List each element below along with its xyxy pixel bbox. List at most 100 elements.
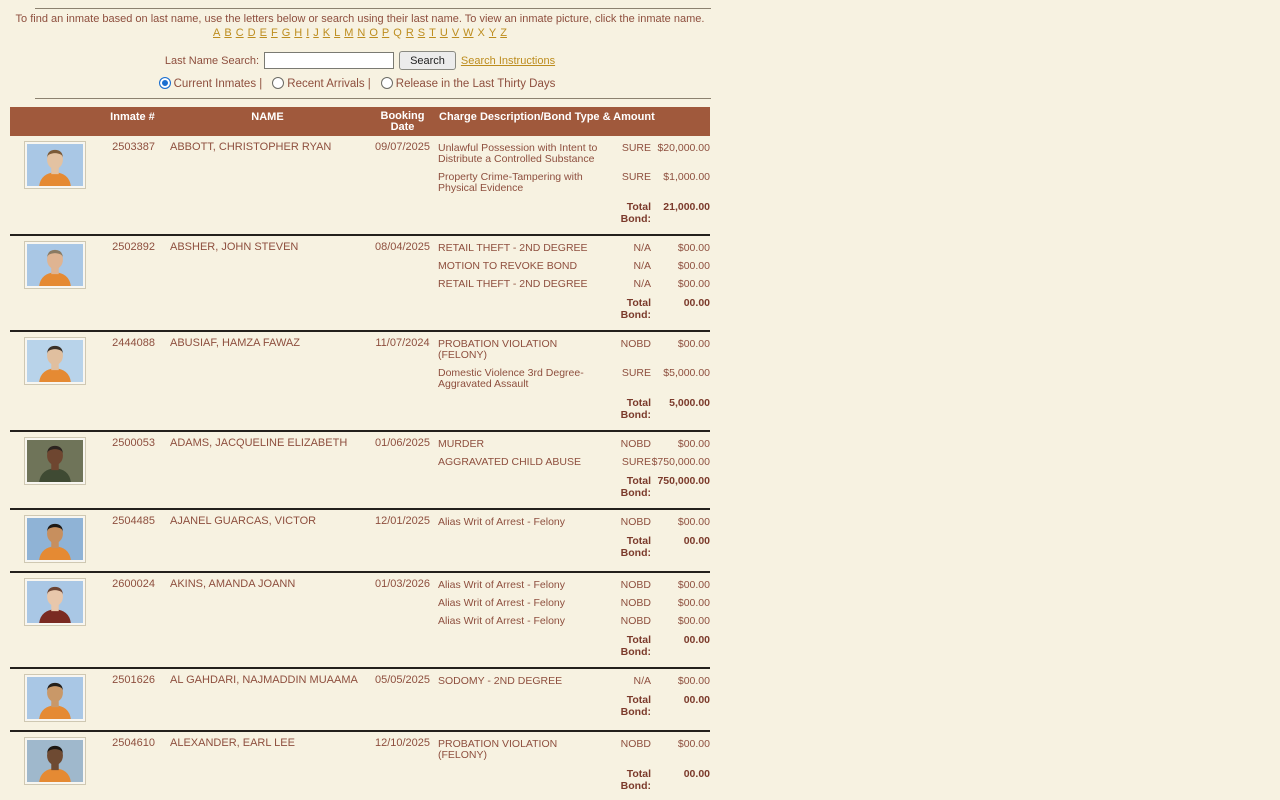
inmate-name-link[interactable]: AKINS, AMANDA JOANN — [170, 578, 295, 590]
alphabet-letter-c[interactable]: C — [236, 27, 244, 39]
booking-date: 01/03/2026 — [374, 578, 431, 590]
bond-amount: $00.00 — [677, 615, 710, 627]
charge-row: Alias Writ of Arrest - Felony NOBD $00.0… — [435, 598, 710, 609]
charges-cell: SODOMY - 2ND DEGREE N/A $00.00 Total Bon… — [435, 673, 710, 719]
inmate-row: 2504485 AJANEL GUARCAS, VICTOR 12/01/202… — [10, 508, 710, 571]
alphabet-letter-y[interactable]: Y — [489, 27, 496, 39]
charge-row: Alias Writ of Arrest - Felony NOBD $00.0… — [435, 616, 710, 627]
total-bond-amount: 00.00 — [683, 297, 710, 309]
mugshot-silhouette — [27, 518, 83, 560]
charge-row: Alias Writ of Arrest - Felony NOBD $00.0… — [435, 517, 710, 528]
total-bond-row: Total Bond: 00.00 — [435, 634, 710, 658]
inmate-row: 2502892 ABSHER, JOHN STEVEN 08/04/2025 R… — [10, 234, 710, 330]
mugshot-silhouette — [27, 440, 83, 482]
radio-button[interactable] — [272, 77, 285, 89]
name-cell: ABSHER, JOHN STEVEN — [165, 240, 370, 253]
alphabet-letter-n[interactable]: N — [357, 27, 365, 39]
alphabet-letter-j[interactable]: J — [313, 27, 319, 39]
charge-list: PROBATION VIOLATION (FELONY) NOBD $00.00 — [435, 739, 710, 761]
charge-row: RETAIL THEFT - 2ND DEGREE N/A $00.00 — [435, 243, 710, 254]
photo-cell — [10, 436, 100, 484]
search-instructions-link[interactable]: Search Instructions — [461, 55, 555, 67]
alphabet-letter-a[interactable]: A — [213, 27, 220, 39]
charge-row: SODOMY - 2ND DEGREE N/A $00.00 — [435, 676, 710, 687]
total-bond-row: Total Bond: 00.00 — [435, 535, 710, 559]
bond-amount: $00.00 — [677, 438, 710, 450]
charge-list: Unlawful Possession with Intent to Distr… — [435, 143, 710, 194]
booking-date: 08/04/2025 — [374, 241, 431, 253]
bond-type: N/A — [633, 675, 651, 687]
charges-cell: PROBATION VIOLATION (FELONY) NOBD $00.00… — [435, 736, 710, 793]
inmate-name-link[interactable]: AL GAHDARI, NAJMADDIN MUAAMA — [170, 674, 358, 686]
alphabet-letter-u[interactable]: U — [440, 27, 448, 39]
alphabet-letter-m[interactable]: M — [344, 27, 353, 39]
alphabet-letter-v[interactable]: V — [452, 27, 459, 39]
bond-type: N/A — [633, 242, 651, 254]
photo-cell — [10, 140, 100, 188]
bond-amount: $00.00 — [677, 516, 710, 528]
name-cell: ABUSIAF, HAMZA FAWAZ — [165, 336, 370, 349]
charge-row: RETAIL THEFT - 2ND DEGREE N/A $00.00 — [435, 279, 710, 290]
alphabet-letter-k[interactable]: K — [323, 27, 330, 39]
charge-row: Alias Writ of Arrest - Felony NOBD $00.0… — [435, 580, 710, 591]
mugshot-silhouette — [27, 740, 83, 782]
alphabet-letter-s[interactable]: S — [418, 27, 425, 39]
radio-button[interactable] — [380, 77, 393, 89]
last-name-search-label: Last Name Search: — [164, 54, 260, 67]
mugshot-photo — [25, 579, 85, 625]
alphabet-letter-z[interactable]: Z — [500, 27, 507, 39]
inmate-name-link[interactable]: AJANEL GUARCAS, VICTOR — [170, 515, 316, 527]
alphabet-letter-d[interactable]: D — [248, 27, 256, 39]
alphabet-letter-l[interactable]: L — [334, 27, 340, 39]
inmate-name-link[interactable]: ABUSIAF, HAMZA FAWAZ — [170, 337, 300, 349]
alphabet-letter-i[interactable]: I — [306, 27, 309, 39]
mugshot-silhouette — [27, 581, 83, 623]
charge-list: Alias Writ of Arrest - Felony NOBD $00.0… — [435, 580, 710, 627]
header-booking-date: Booking Date — [380, 110, 425, 133]
alphabet-letter-h[interactable]: H — [294, 27, 302, 39]
inmate-row: 2501626 AL GAHDARI, NAJMADDIN MUAAMA 05/… — [10, 667, 710, 730]
bond-amount: $00.00 — [677, 242, 710, 254]
name-cell: ABBOTT, CHRISTOPHER RYAN — [165, 140, 370, 153]
total-bond-label: Total Bond: — [620, 634, 651, 658]
header-inmate-number: Inmate # — [110, 111, 155, 123]
bond-amount: $00.00 — [677, 260, 710, 272]
total-bond-amount: 21,000.00 — [663, 201, 710, 213]
total-bond-row: Total Bond: 00.00 — [435, 768, 710, 792]
total-bond-label: Total Bond: — [620, 694, 651, 718]
total-bond-amount: 00.00 — [683, 694, 710, 706]
alphabet-letter-o[interactable]: O — [369, 27, 378, 39]
booking-date: 01/06/2025 — [374, 437, 431, 449]
alphabet-letter-r[interactable]: R — [406, 27, 414, 39]
inmate-name-link[interactable]: ADAMS, JACQUELINE ELIZABETH — [170, 437, 347, 449]
alphabet-letter-b[interactable]: B — [224, 27, 231, 39]
inmate-name-link[interactable]: ALEXANDER, EARL LEE — [170, 737, 295, 749]
booking-date: 09/07/2025 — [374, 141, 431, 153]
inmate-number: 2502892 — [112, 241, 155, 253]
charge-description: MURDER — [438, 438, 485, 450]
charges-cell: Unlawful Possession with Intent to Distr… — [435, 140, 710, 226]
inmate-table: Inmate # NAME Booking Date Charge Descri… — [10, 107, 710, 800]
alphabet-letter-g[interactable]: G — [282, 27, 291, 39]
total-bond-label: Total Bond: — [620, 535, 651, 559]
total-bond-label: Total Bond: — [620, 475, 651, 499]
alphabet-letter-w[interactable]: W — [463, 27, 473, 39]
charge-description: Alias Writ of Arrest - Felony — [438, 615, 566, 627]
inmate-name-link[interactable]: ABSHER, JOHN STEVEN — [170, 241, 298, 253]
bond-type: NOBD — [620, 615, 651, 627]
radio-button-selected[interactable] — [158, 77, 171, 89]
charge-description: Alias Writ of Arrest - Felony — [438, 597, 566, 609]
last-name-search-input[interactable] — [264, 52, 395, 69]
total-spacer — [435, 297, 605, 321]
alphabet-letter-f[interactable]: F — [271, 27, 278, 39]
alphabet-letter-p[interactable]: P — [382, 27, 389, 39]
alphabet-letter-e[interactable]: E — [260, 27, 267, 39]
charge-row: MURDER NOBD $00.00 — [435, 439, 710, 450]
search-button[interactable]: Search — [399, 51, 456, 70]
alphabet-letter-t[interactable]: T — [429, 27, 436, 39]
inmate-name-link[interactable]: ABBOTT, CHRISTOPHER RYAN — [170, 141, 331, 153]
bond-amount: $1,000.00 — [663, 171, 710, 183]
charge-row: AGGRAVATED CHILD ABUSE SURE $750,000.00 — [435, 457, 710, 468]
mugshot-silhouette — [27, 340, 83, 382]
mugshot-photo — [25, 675, 85, 721]
